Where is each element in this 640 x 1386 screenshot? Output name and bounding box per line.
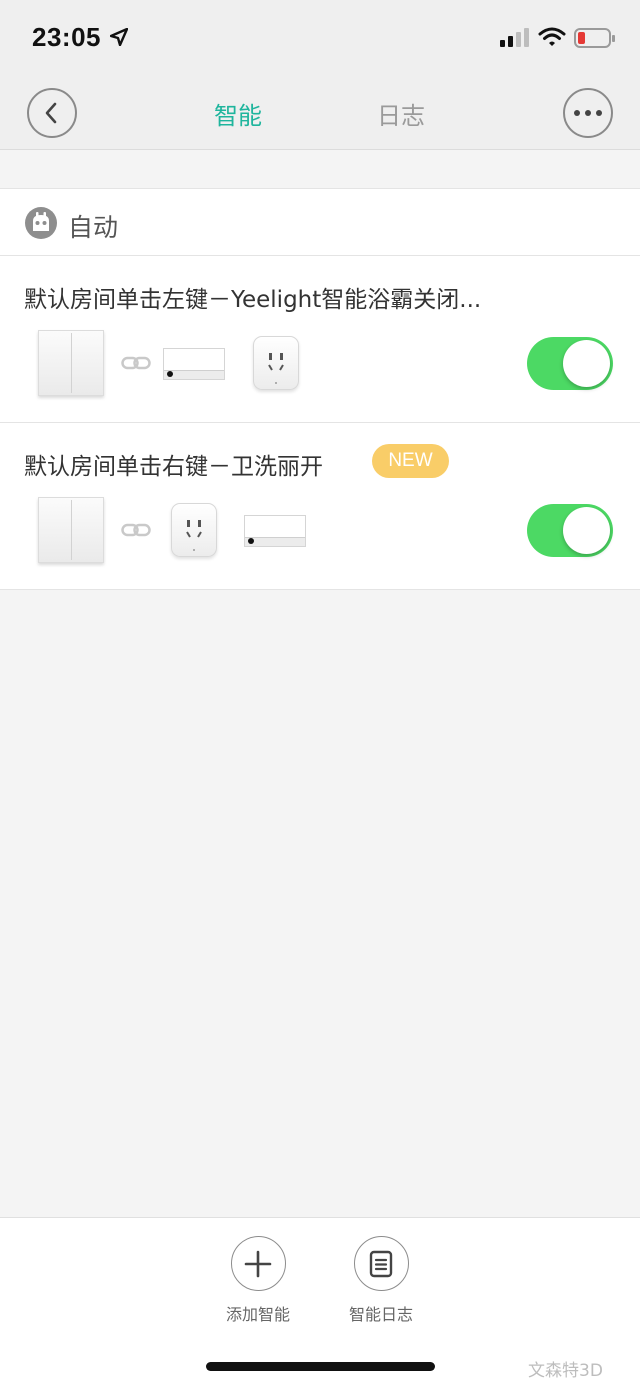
link-icon [121,356,151,370]
section-auto: 自动 [0,188,640,256]
section-title: 自动 [68,213,119,242]
more-dots-icon [574,110,602,116]
cellular-signal-icon [500,28,529,47]
chevron-left-icon [45,102,57,124]
light-strip-device-icon [244,515,306,547]
smart-plug-device-icon [253,336,299,390]
robot-icon [25,207,57,239]
automation-item[interactable]: 默认房间单击左键－Yeelight智能浴霸关闭... [0,256,640,423]
smart-log-button[interactable]: 智能日志 [331,1236,431,1325]
add-smart-button[interactable]: 添加智能 [208,1236,308,1325]
automation-title: 默认房间单击左键－Yeelight智能浴霸关闭... [24,287,482,313]
wifi-icon [538,27,566,46]
location-arrow-icon [110,28,128,46]
wall-switch-icon [38,497,104,563]
automation-title: 默认房间单击右键－卫洗丽开 [24,454,323,480]
home-indicator[interactable] [206,1362,435,1371]
light-strip-device-icon [163,348,225,380]
new-badge: NEW [372,444,449,478]
automation-item[interactable]: 默认房间单击右键－卫洗丽开 NEW [0,423,640,590]
more-button[interactable] [563,88,613,138]
document-icon [369,1250,393,1277]
tab-smart[interactable]: 智能 [214,96,262,131]
automation-toggle[interactable] [527,504,613,557]
automation-toggle[interactable] [527,337,613,390]
status-time: 23:05 [32,22,101,52]
smart-plug-device-icon [171,503,217,557]
tab-log[interactable]: 日志 [377,96,425,131]
plus-icon [244,1250,272,1277]
back-button[interactable] [27,88,77,138]
watermark: 文森特3D [528,1361,603,1381]
wall-switch-icon [38,330,104,396]
add-smart-label: 添加智能 [225,1305,290,1324]
smart-log-label: 智能日志 [348,1305,413,1324]
link-icon [121,523,151,537]
status-bar: 23:05 [0,0,640,78]
battery-low-icon [574,28,615,48]
